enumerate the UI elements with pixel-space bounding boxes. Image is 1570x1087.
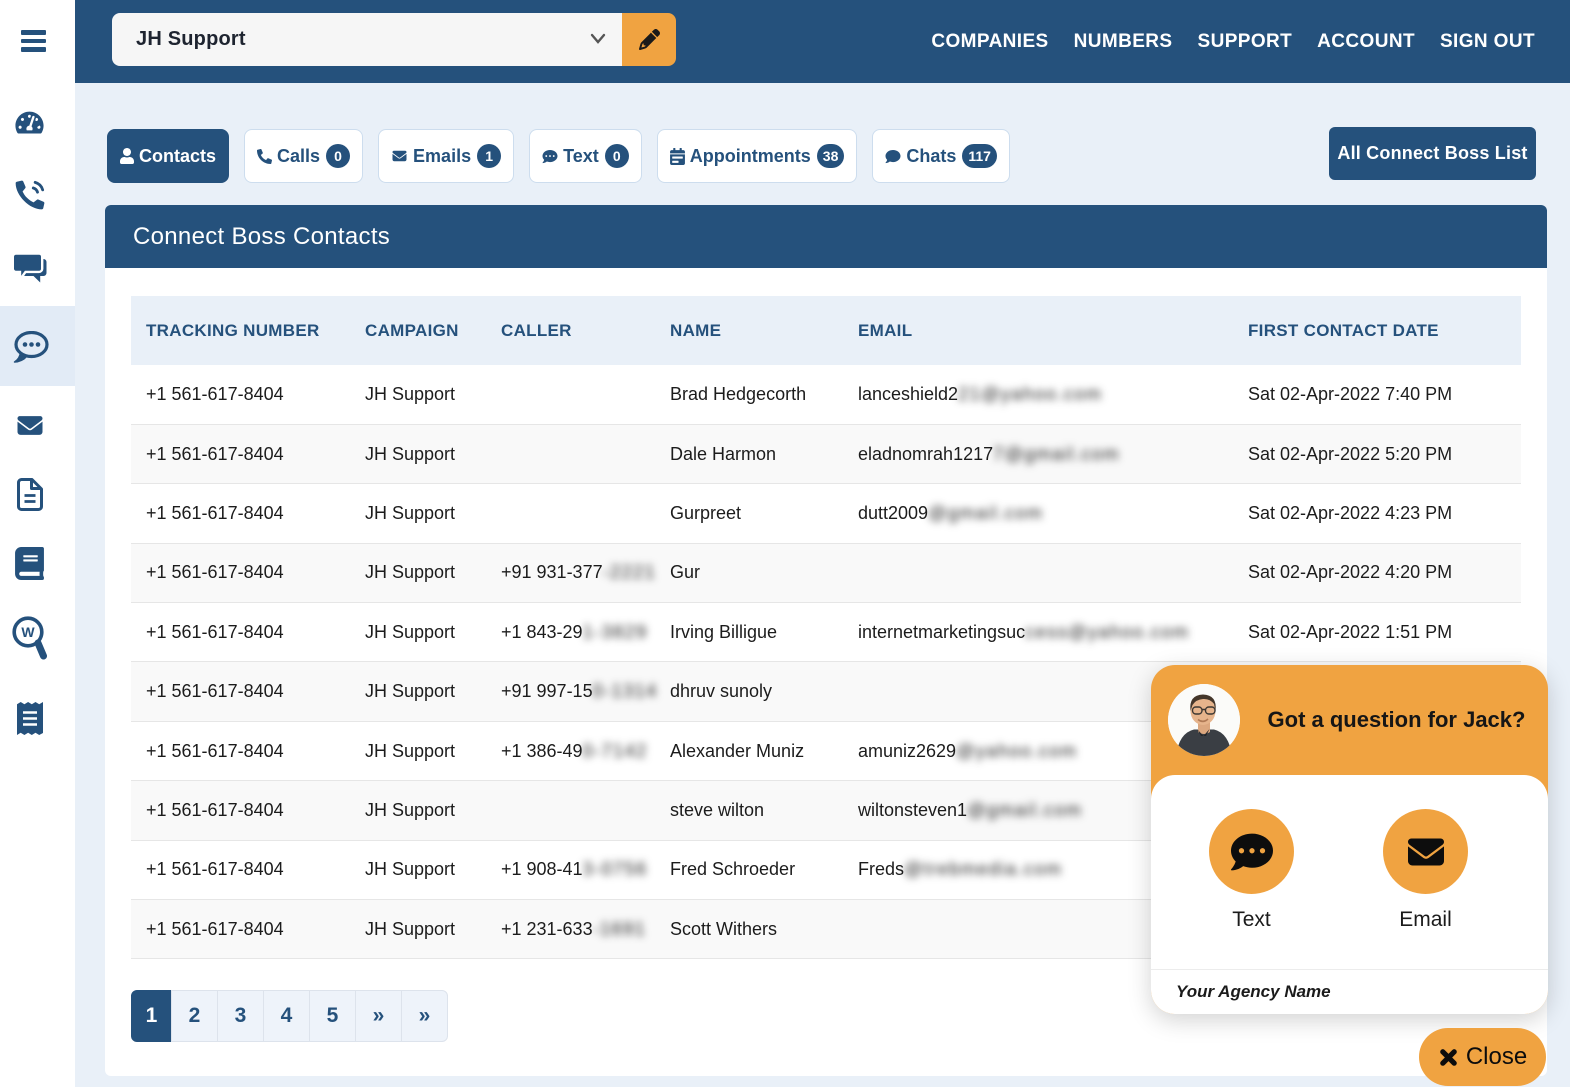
svg-text:W: W	[21, 624, 35, 640]
